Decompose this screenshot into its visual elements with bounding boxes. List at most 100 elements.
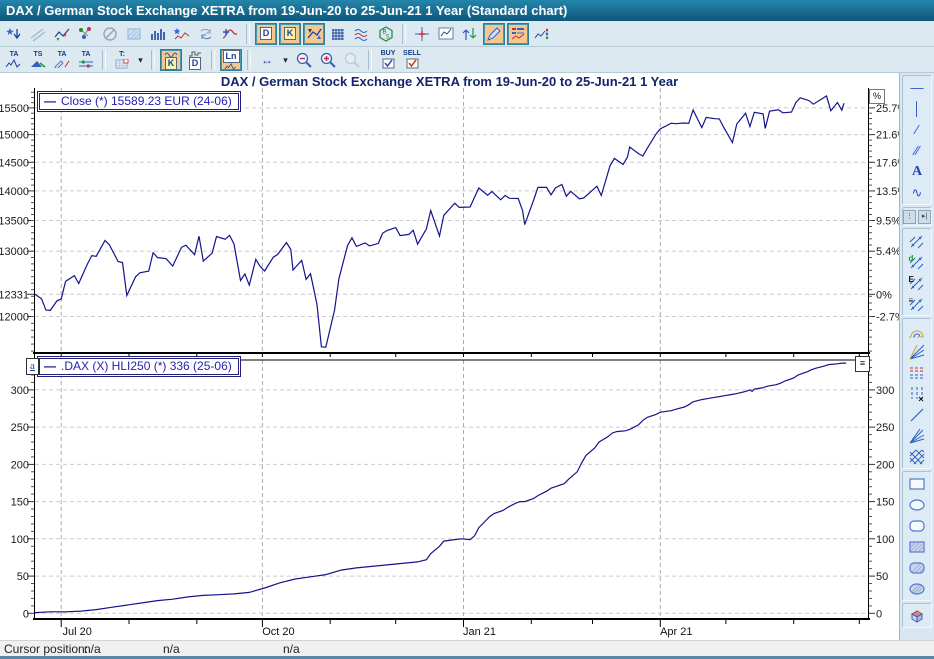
insert-indicator-button[interactable]: [3, 23, 25, 45]
window-title: DAX / German Stock Exchange XETRA from 1…: [6, 3, 567, 18]
show-legend-button[interactable]: [507, 23, 529, 45]
price-legend[interactable]: — Close (*) 15589.23 EUR (24-06): [37, 91, 241, 112]
annotation-button[interactable]: a: [26, 358, 39, 375]
trend-line-tool-glyph: ∕: [916, 122, 918, 137]
axis-label: Jan 21: [463, 626, 496, 638]
axis-label: 0: [876, 608, 882, 620]
fibonacci-timezones-tool-button[interactable]: [906, 384, 928, 403]
toolbar-separator: [151, 50, 155, 70]
fill-pattern-button[interactable]: [123, 23, 145, 45]
percent-scale-box[interactable]: %: [869, 89, 885, 104]
rounded-rectangle-tool-button[interactable]: [906, 516, 928, 535]
template-table-button[interactable]: T:: [111, 49, 133, 71]
indicator-zigzag-button[interactable]: [171, 23, 193, 45]
price-legend-text: Close (*) 15589.23 EUR (24-06): [61, 94, 232, 108]
pane-menu-button[interactable]: ≡: [855, 356, 870, 372]
candle-mode-button[interactable]: K: [279, 23, 301, 45]
indicator-legend[interactable]: —.DAX (X) HLI250 (*) 336 (25-06): [37, 356, 241, 377]
axis-label: 12000: [0, 312, 29, 324]
overlay-lines-button[interactable]: [351, 23, 373, 45]
axis-label: 0: [23, 608, 29, 620]
zoom-reset-button[interactable]: [341, 49, 363, 71]
autoscale-arrows-button[interactable]: [459, 23, 481, 45]
axis-label: -2.7%: [876, 312, 899, 324]
text-tool-button[interactable]: A: [906, 162, 928, 181]
toolbar-separator: [368, 50, 372, 70]
ta-insert-button[interactable]: TA: [3, 49, 25, 71]
insert-trend-button[interactable]: [27, 23, 49, 45]
indicator-legend-text: .DAX (X) HLI250 (*) 336 (25-06): [61, 359, 232, 373]
freehand-tool-button[interactable]: ∿: [906, 183, 928, 202]
compress-scale-button[interactable]: [303, 23, 325, 45]
axis-label: 150: [876, 497, 894, 509]
show-grid-button[interactable]: [327, 23, 349, 45]
status-bar: Cursor position: n/a n/a n/a: [0, 640, 934, 657]
hide-indicator-button[interactable]: [99, 23, 121, 45]
zoom-in-button[interactable]: [317, 49, 339, 71]
data-table-button[interactable]: [531, 23, 553, 45]
volume-bars-button[interactable]: [147, 23, 169, 45]
window-titlebar[interactable]: DAX / German Stock Exchange XETRA from 1…: [0, 0, 934, 21]
axis-label: 14500: [0, 157, 29, 169]
axis-label: 13500: [0, 216, 29, 228]
period-daily-button[interactable]: D: [255, 23, 277, 45]
chart-type-candle-button[interactable]: K: [160, 49, 182, 71]
buy-order-button[interactable]: BUY: [377, 49, 399, 71]
fibonacci-fan-tool-button[interactable]: [906, 342, 928, 361]
zigzag-extremes-button[interactable]: [51, 23, 73, 45]
axis-label: Oct 20: [262, 626, 294, 638]
parallel-channel-tool-button[interactable]: ∕∕: [906, 141, 928, 160]
bar-spacing-glyph: ↔: [261, 55, 273, 65]
add-regression-button[interactable]: [219, 23, 241, 45]
fibonacci-retracement-tool-button[interactable]: [906, 363, 928, 382]
pitchfork-schiff-tool-button[interactable]: E: [906, 273, 928, 292]
buy-sell-signals-button[interactable]: BS: [375, 23, 397, 45]
cursor-value-indicator: n/a: [283, 642, 300, 656]
objects-3d-tool-button[interactable]: [906, 606, 928, 625]
axis-label: 9.5%: [876, 216, 899, 228]
toolbar-main: DK BS: [0, 21, 934, 47]
toolbar-collapse-button[interactable]: ⋮: [903, 210, 916, 224]
speed-lines-tool-button[interactable]: [906, 426, 928, 445]
template-dropdown-button[interactable]: ▾: [135, 49, 146, 71]
linked-points-button[interactable]: [75, 23, 97, 45]
pitchfork-tool-button[interactable]: [906, 231, 928, 250]
rectangle-tool-button[interactable]: [906, 474, 928, 493]
ellipse-tool-button[interactable]: [906, 495, 928, 514]
indicator-pane[interactable]: [35, 360, 868, 618]
axis-label: 100: [876, 534, 894, 546]
chart-window-button[interactable]: [435, 23, 457, 45]
ts-insert-button[interactable]: TS: [27, 49, 49, 71]
trend-line-tool-button[interactable]: ∕: [906, 120, 928, 139]
fibonacci-arcs-tool-button[interactable]: [906, 321, 928, 340]
crosshair-mode-button[interactable]: [411, 23, 433, 45]
pitchfork-modified-tool-button[interactable]: d: [906, 252, 928, 271]
axis-label: 150: [11, 497, 29, 509]
gann-grid-tool-button[interactable]: [906, 447, 928, 466]
axis-label: 15500: [0, 103, 29, 115]
horizontal-line-tool-button[interactable]: —: [906, 78, 928, 97]
segment-tool-button[interactable]: [906, 405, 928, 424]
draw-mode-button[interactable]: [483, 23, 505, 45]
vertical-line-tool-button[interactable]: │: [906, 99, 928, 118]
chart-type-line-label: Ln: [223, 50, 240, 63]
chart-type-line-button[interactable]: Ln: [220, 49, 242, 71]
ta-edit-button[interactable]: TA: [51, 49, 73, 71]
axis-label: 300: [876, 385, 894, 397]
filled-rectangle-tool-button[interactable]: [906, 537, 928, 556]
svg-text:S: S: [386, 34, 390, 40]
bar-spacing-dropdown-button[interactable]: ▾: [280, 49, 291, 71]
pitchfork-inside-tool-button[interactable]: ≡: [906, 294, 928, 313]
toolbar-separator: [402, 24, 406, 44]
zoom-out-button[interactable]: [293, 49, 315, 71]
chart-type-bar-button[interactable]: D: [184, 49, 206, 71]
series-swatch: —: [44, 94, 56, 108]
ta-settings-button[interactable]: TA: [75, 49, 97, 71]
filled-ellipse-tool-button[interactable]: [906, 579, 928, 598]
sidebar-controls: ⋮▸|: [903, 210, 931, 223]
bar-spacing-button[interactable]: ↔: [256, 49, 278, 71]
toolbar-expand-button[interactable]: ▸|: [918, 210, 931, 224]
filled-rounded-rectangle-tool-button[interactable]: [906, 558, 928, 577]
sell-order-button[interactable]: SELL: [401, 49, 423, 71]
undo-redo-button[interactable]: [195, 23, 217, 45]
